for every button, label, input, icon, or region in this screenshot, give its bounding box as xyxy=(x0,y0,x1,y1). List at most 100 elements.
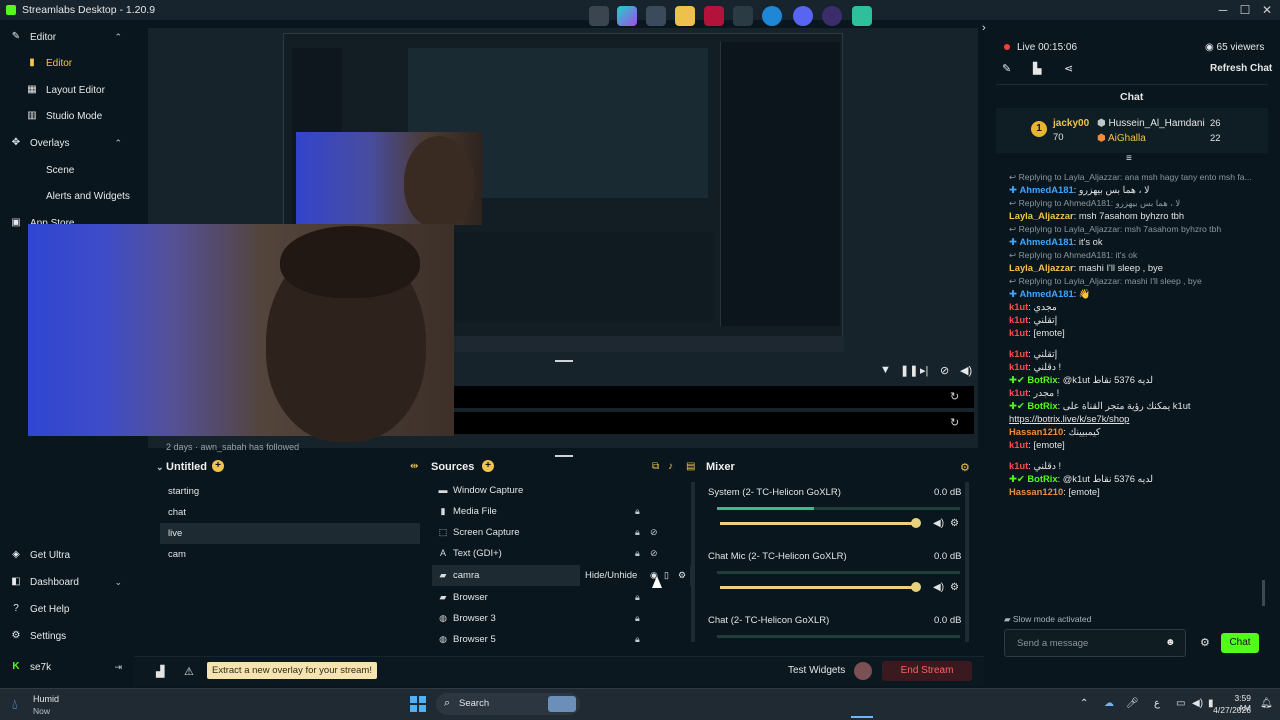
minimize-icon[interactable]: ─ xyxy=(1216,3,1230,17)
collapse-chat-icon[interactable]: › xyxy=(982,22,986,34)
windows-start-icon[interactable] xyxy=(410,696,426,712)
source-item[interactable]: ▬ Window Capture xyxy=(432,480,694,501)
overlay-hint[interactable]: Extract a new overlay for your stream! xyxy=(207,662,377,679)
obs-icon[interactable] xyxy=(822,6,842,26)
repeat-icon[interactable]: ↻ xyxy=(950,416,959,429)
xbox-icon[interactable] xyxy=(733,6,753,26)
sidebar-item-dashboard[interactable]: ◧ Dashboard ⌄ xyxy=(0,570,134,594)
eye-hidden-icon[interactable]: ⊘ xyxy=(650,522,658,543)
stats-icon[interactable]: ▟ xyxy=(156,665,164,678)
chat-username[interactable]: k1ut xyxy=(1009,439,1028,450)
chat-link[interactable]: https://botrix.live/k/se7k/shop xyxy=(1009,413,1264,425)
mixer-scrollbar[interactable] xyxy=(965,482,969,642)
chat-username[interactable]: k1ut xyxy=(1009,348,1028,359)
source-item[interactable]: ◍ Browser 3 🔒︎ xyxy=(432,608,694,629)
share-icon[interactable]: ⋖ xyxy=(1064,62,1073,75)
lock-icon[interactable]: 🔒︎ xyxy=(635,501,640,522)
chat-username[interactable]: k1ut xyxy=(1009,361,1028,372)
add-source-button[interactable]: + xyxy=(482,460,494,472)
dock-resize-handle[interactable] xyxy=(555,455,573,457)
lock-icon[interactable]: 🔒︎ xyxy=(635,629,640,645)
gear-icon[interactable]: ⚙ xyxy=(678,570,686,581)
scene-item[interactable]: chat xyxy=(160,502,420,523)
volume-slider[interactable] xyxy=(720,586,918,589)
sidebar-item-editor[interactable]: ▮ Editor xyxy=(0,51,134,75)
chat-input-box[interactable]: Send a message ☻ xyxy=(1004,629,1186,657)
gear-icon[interactable]: ⚙ xyxy=(950,518,959,529)
chat-username[interactable]: Hassan1210 xyxy=(1009,426,1063,437)
mute-alerts-icon[interactable]: ⊘ xyxy=(940,364,949,377)
expand-leaderboard-icon[interactable]: ≡ xyxy=(1126,153,1132,164)
scene-item[interactable]: cam xyxy=(160,544,420,565)
chat-username[interactable]: k1ut xyxy=(1009,327,1028,338)
chat-username[interactable]: AhmedA181 xyxy=(1019,236,1073,247)
slider-knob[interactable] xyxy=(911,518,921,528)
transition-icon[interactable]: ⇹ xyxy=(410,461,418,472)
copilot-icon[interactable] xyxy=(617,6,637,26)
store-app-icon[interactable] xyxy=(646,6,666,26)
clock-date[interactable]: 4/27/2026 xyxy=(1210,705,1251,715)
maximize-icon[interactable]: ☐ xyxy=(1238,3,1252,17)
sidebar-item-overlays[interactable]: ✥ Overlays ⌃ xyxy=(0,131,134,155)
streamlabs-icon[interactable] xyxy=(852,6,872,26)
gear-icon[interactable]: ⚙ xyxy=(950,582,959,593)
file-explorer-icon[interactable] xyxy=(675,6,695,26)
chat-username[interactable]: AhmedA181 xyxy=(1019,288,1073,299)
sidebar-item-alerts[interactable]: Alerts and Widgets xyxy=(0,184,134,208)
end-stream-button[interactable]: End Stream xyxy=(882,661,972,681)
scene-item-selected[interactable]: live xyxy=(160,523,420,544)
add-folder-icon[interactable]: ▤ xyxy=(686,461,695,472)
sidebar-item-editor-group[interactable]: ✎ Editor ⌃ xyxy=(0,25,134,49)
chat-username[interactable]: k1ut xyxy=(1009,387,1028,398)
lock-icon[interactable]: 🔒︎ xyxy=(635,608,640,629)
clip-icon[interactable]: ▙ xyxy=(1033,62,1041,75)
source-item[interactable]: ▮ Media File 🔒︎ xyxy=(432,501,694,522)
speaker-icon[interactable]: ◀) xyxy=(933,518,944,529)
source-item[interactable]: ◍ Browser 5 🔒︎ xyxy=(432,629,694,645)
resize-handle[interactable] xyxy=(555,360,573,362)
chat-username[interactable]: BotRix xyxy=(1027,473,1057,484)
volume-slider[interactable] xyxy=(720,522,918,525)
discord-icon[interactable] xyxy=(793,6,813,26)
sidebar-item-settings[interactable]: ⚙ Settings xyxy=(0,624,134,648)
weather-icon[interactable]: 💧︎ xyxy=(12,696,18,713)
emoji-icon[interactable]: ☻ xyxy=(1165,637,1176,648)
pause-icon[interactable]: ❚❚ xyxy=(900,364,918,377)
chat-username[interactable]: Layla_Aljazzar xyxy=(1009,262,1074,273)
volume-tray-icon[interactable]: ◀) xyxy=(1192,698,1203,709)
lock-icon[interactable]: 🔒︎ xyxy=(635,543,640,564)
sidebar-item-layout-editor[interactable]: ▦ Layout Editor xyxy=(0,78,134,102)
sources-scrollbar[interactable] xyxy=(691,482,695,642)
test-widgets-toggle[interactable] xyxy=(854,662,872,680)
source-settings-icon[interactable]: ⧉ xyxy=(652,461,659,472)
trash-icon[interactable]: ▯ xyxy=(664,570,669,581)
edge-icon[interactable] xyxy=(762,6,782,26)
chat-username[interactable]: k1ut xyxy=(1009,314,1028,325)
lock-icon[interactable]: 🔒︎ xyxy=(635,587,640,608)
task-view-icon[interactable] xyxy=(589,6,609,26)
add-scene-button[interactable]: + xyxy=(212,460,224,472)
repeat-icon[interactable]: ↻ xyxy=(950,390,959,403)
skip-icon[interactable]: ▸| xyxy=(920,364,928,377)
tray-chevron-icon[interactable]: ⌃ xyxy=(1080,698,1088,709)
tray-mic-icon[interactable]: 🎤︎ xyxy=(1126,698,1139,709)
chat-username[interactable]: Hassan1210 xyxy=(1009,486,1063,497)
chat-username[interactable]: BotRix xyxy=(1027,374,1057,385)
close-icon[interactable]: ✕ xyxy=(1260,3,1274,17)
slider-knob[interactable] xyxy=(911,582,921,592)
chat-settings-icon[interactable]: ⚙ xyxy=(1200,636,1210,649)
sidebar-item-scene[interactable]: Scene xyxy=(0,158,134,182)
warning-icon[interactable]: ⚠ xyxy=(184,665,194,678)
taskbar-search[interactable]: ⌕ Search xyxy=(436,693,580,715)
lock-icon[interactable]: 🔒︎ xyxy=(635,522,640,543)
scene-collection-title[interactable]: Untitled xyxy=(166,461,207,473)
chat-username[interactable]: AhmedA181 xyxy=(1019,184,1073,195)
eye-hidden-icon[interactable]: ⊘ xyxy=(650,543,658,564)
source-item[interactable]: A Text (GDI+) 🔒︎ ⊘ xyxy=(432,543,694,564)
chat-username[interactable]: k1ut xyxy=(1009,460,1028,471)
chat-scrollbar[interactable] xyxy=(1262,580,1265,606)
chat-send-button[interactable]: Chat xyxy=(1221,633,1259,653)
sidebar-item-account[interactable]: Kse7k ⇥ xyxy=(0,655,134,679)
filter-icon[interactable]: ▼ xyxy=(880,364,891,376)
pencil-icon[interactable]: ✎ xyxy=(1002,62,1011,75)
